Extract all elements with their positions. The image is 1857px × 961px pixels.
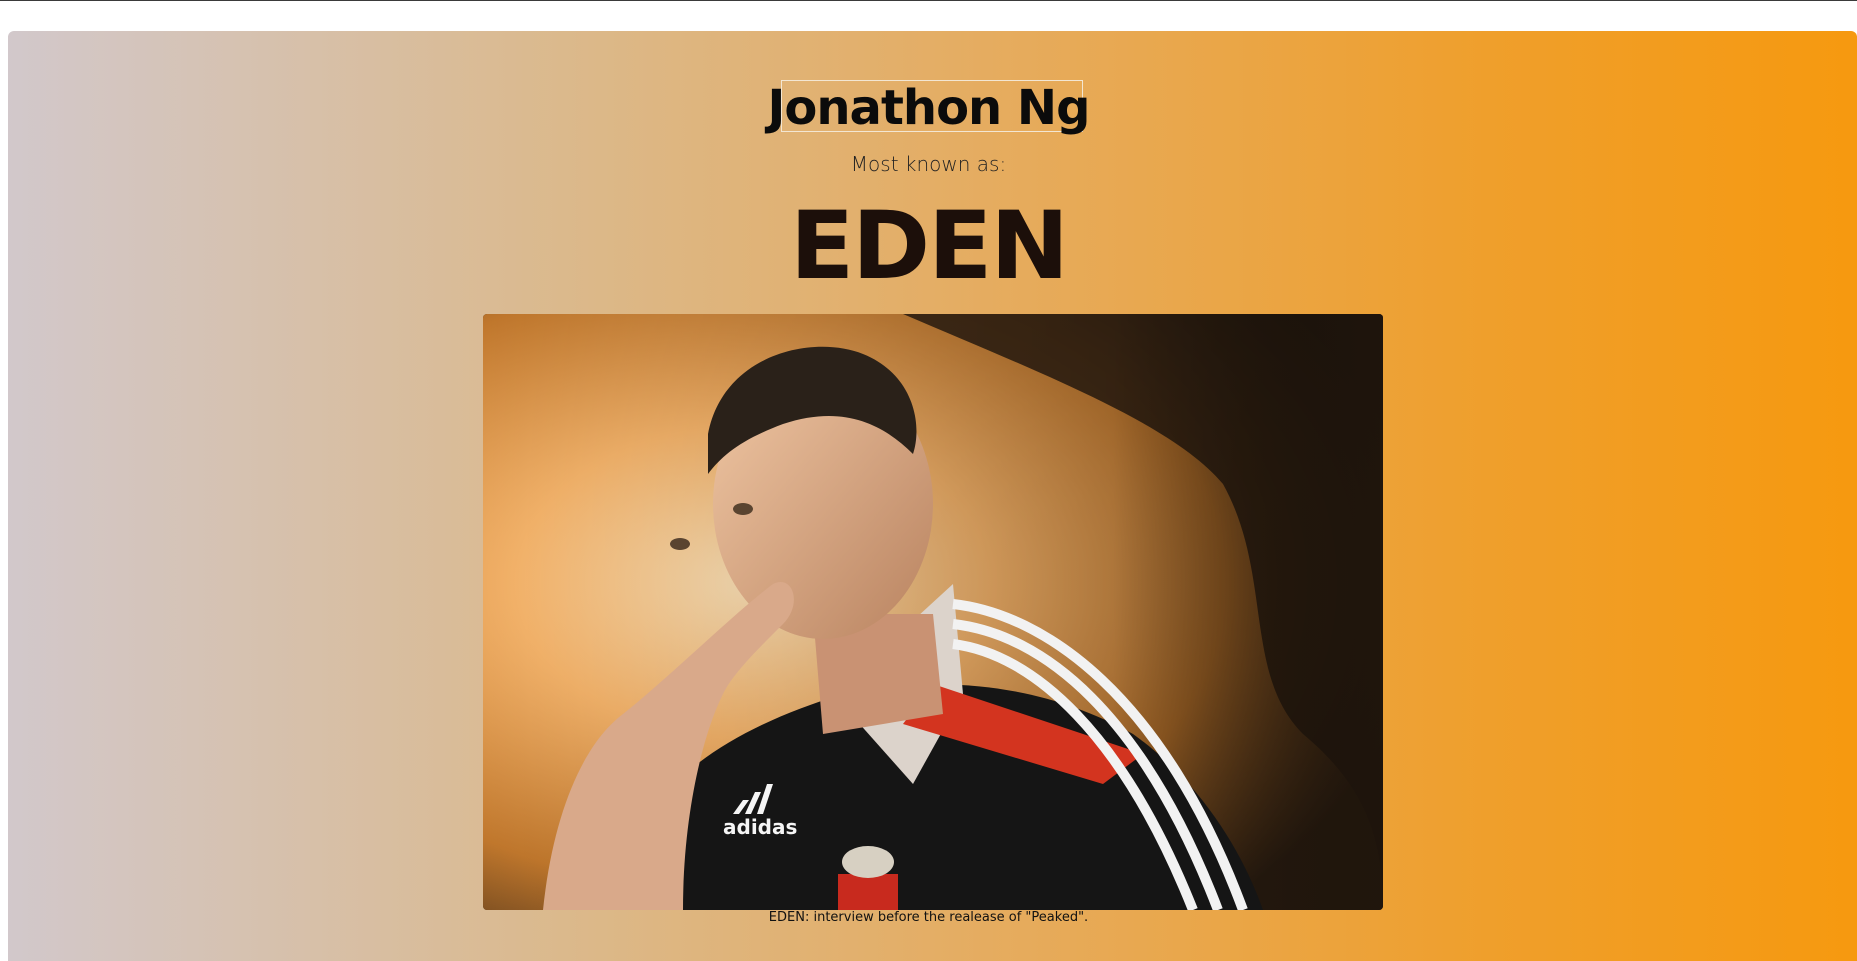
image-caption: EDEN: interview before the realease of "…	[768, 910, 1089, 925]
alias-title: EDEN	[789, 192, 1069, 301]
name-heading: Jonathon Ng	[767, 80, 1091, 136]
adidas-logo-text: adidas	[723, 815, 797, 839]
portrait-image: adidas	[483, 314, 1383, 910]
known-as-label: Most known as:	[850, 152, 1007, 176]
club-crest-icon	[838, 846, 898, 910]
top-border	[0, 0, 1857, 1]
